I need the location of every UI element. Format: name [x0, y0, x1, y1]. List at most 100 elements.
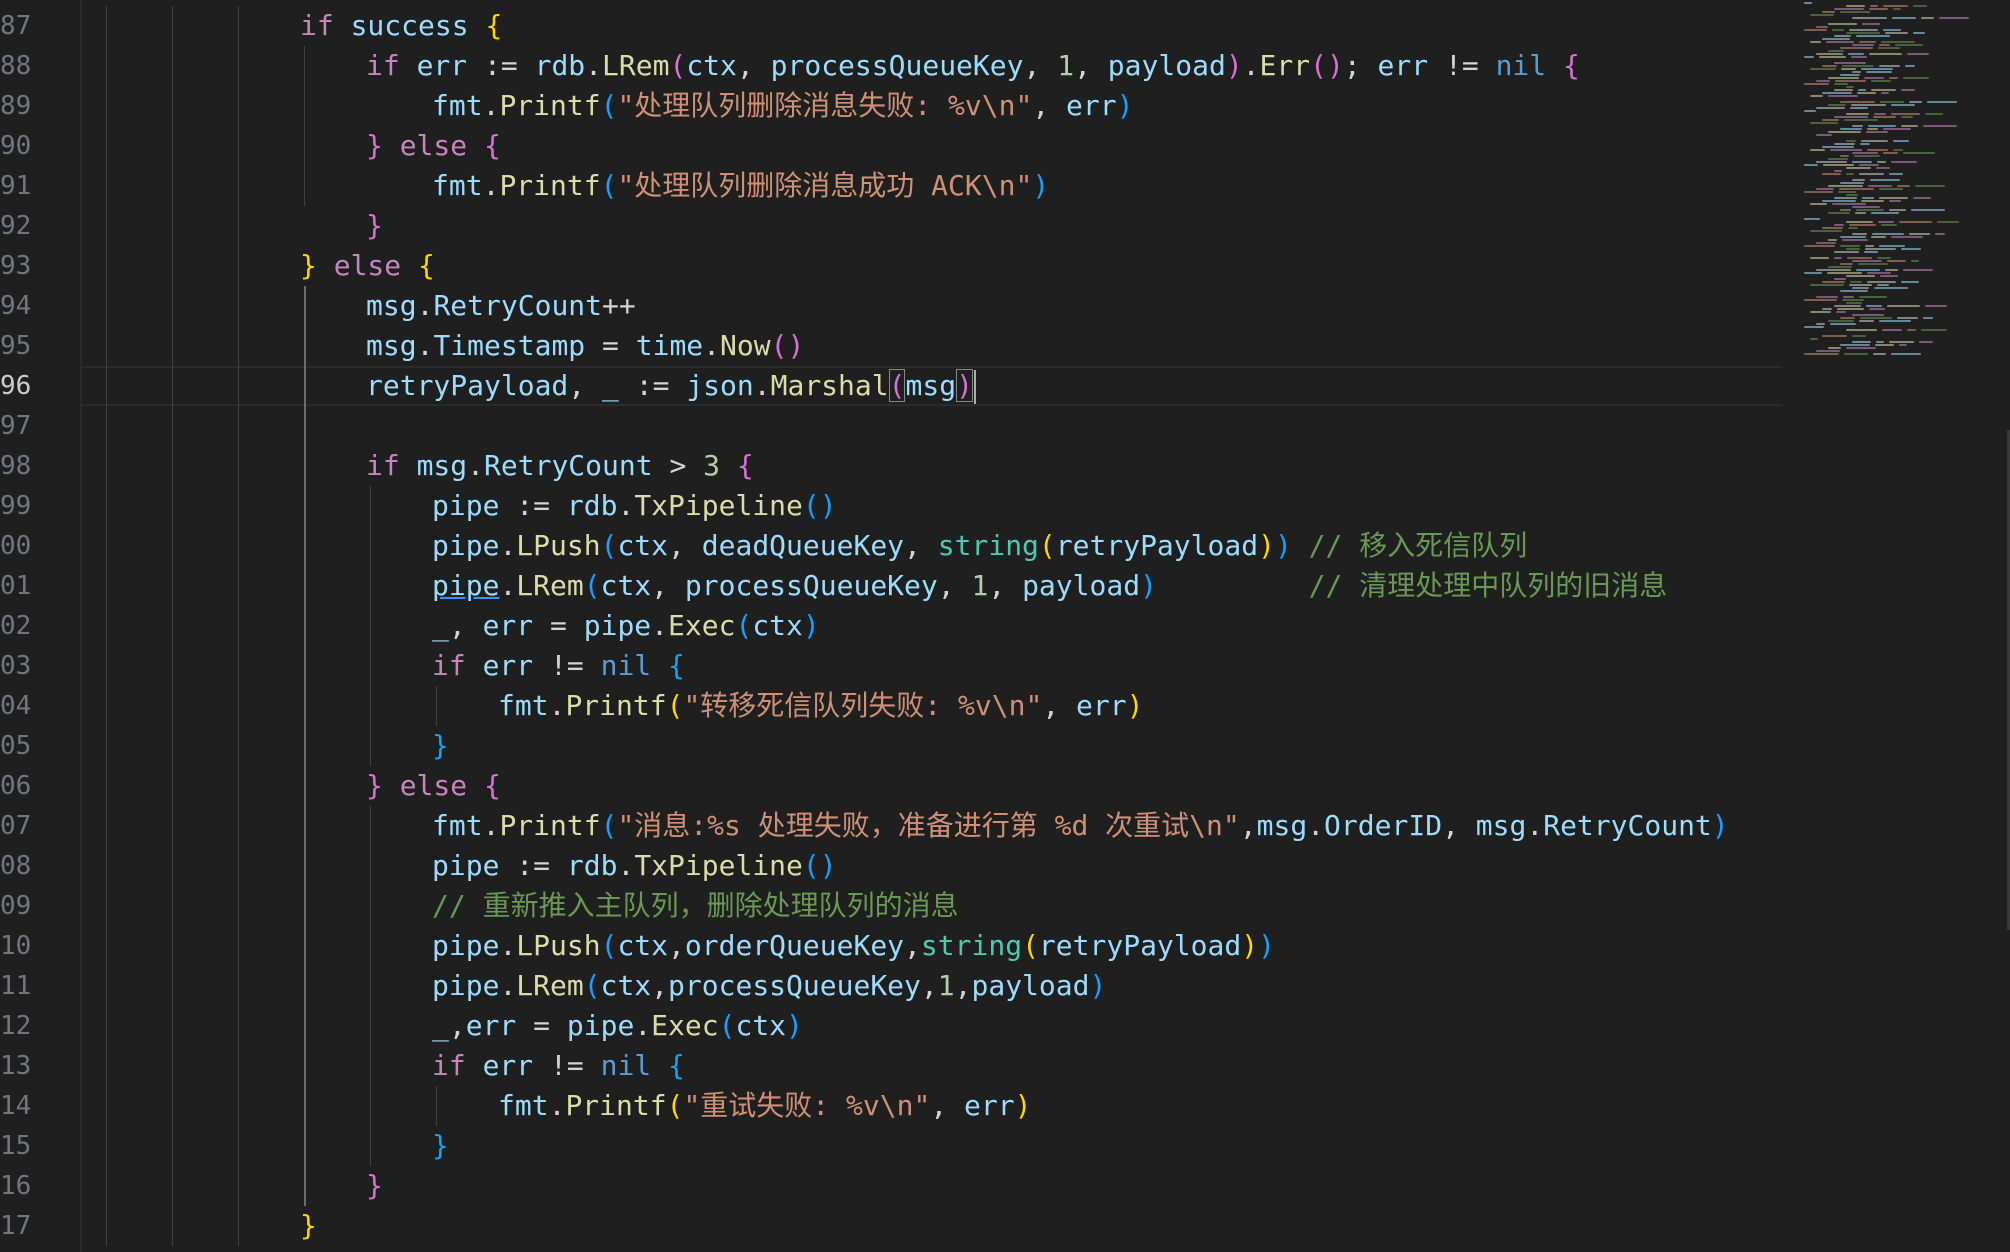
minimap-line — [1879, 320, 1911, 322]
line-number[interactable]: 91 — [0, 166, 40, 206]
line-number[interactable]: 90 — [0, 126, 40, 166]
line-number[interactable]: 07 — [0, 806, 40, 846]
minimap-line — [1865, 245, 1874, 247]
code-line[interactable]: pipe := rdb.TxPipeline() — [432, 846, 837, 886]
code-token: ( — [1022, 929, 1039, 962]
code-line[interactable]: pipe.LPush(ctx,orderQueueKey,string(retr… — [432, 926, 1275, 966]
minimap[interactable] — [1800, 0, 2000, 360]
code-line[interactable]: if err != nil { — [432, 1046, 685, 1086]
code-line[interactable]: pipe := rdb.TxPipeline() — [432, 486, 837, 526]
code-token: , — [448, 609, 483, 642]
code-line[interactable]: fmt.Printf("消息:%s 处理失败，准备进行第 %d 次重试\n",m… — [432, 806, 1729, 846]
line-number[interactable]: 08 — [0, 846, 40, 886]
minimap-line — [1864, 77, 1884, 79]
line-number[interactable]: 16 — [0, 1166, 40, 1206]
code-line[interactable]: } — [366, 1166, 383, 1206]
code-line[interactable]: } — [300, 1206, 317, 1246]
code-line[interactable]: } else { — [366, 126, 501, 166]
line-number[interactable]: 88 — [0, 46, 40, 86]
minimap-line — [1889, 173, 1903, 175]
minimap-line — [1834, 251, 1859, 253]
minimap-line — [1846, 329, 1877, 331]
minimap-line — [1846, 5, 1865, 7]
line-number[interactable]: 14 — [0, 1086, 40, 1126]
line-number[interactable]: 15 — [0, 1126, 40, 1166]
line-number-gutter[interactable]: 87 88 89 90 91 92 93 94 95 96 97 98 99 00 01 02 03 04 05 06… — [0, 0, 82, 1252]
code-editor[interactable]: 87 88 89 90 91 92 93 94 95 96 97 98 99 00 01 02 03 04 05 06… — [0, 0, 2010, 1252]
line-number[interactable]: 12 — [0, 1006, 40, 1046]
code-line[interactable]: if msg.RetryCount > 3 { — [366, 446, 754, 486]
code-area[interactable]: if success {if err := rdb.LRem(ctx, proc… — [82, 0, 1782, 1252]
line-number[interactable]: 89 — [0, 86, 40, 126]
line-number[interactable]: 87 — [0, 6, 40, 46]
code-line[interactable]: if err != nil { — [432, 646, 685, 686]
code-line[interactable]: fmt.Printf("处理队列删除消息失败: %v\n", err) — [432, 86, 1133, 126]
line-number[interactable]: 10 — [0, 926, 40, 966]
minimap-line — [1911, 260, 1919, 262]
line-number[interactable]: 92 — [0, 206, 40, 246]
code-token: , — [1023, 49, 1058, 82]
code-line[interactable]: // 重新推入主队列，删除处理队列的消息 — [432, 886, 959, 926]
code-line[interactable]: pipe.LRem(ctx, processQueueKey, 1, paylo… — [432, 566, 1667, 606]
line-number[interactable]: 05 — [0, 726, 40, 766]
vertical-scrollbar[interactable] — [1996, 0, 2010, 1252]
line-number[interactable]: 03 — [0, 646, 40, 686]
code-line[interactable]: if err := rdb.LRem(ctx, processQueueKey,… — [366, 46, 1580, 86]
minimap-line — [1804, 56, 1814, 58]
code-token: time — [635, 329, 704, 362]
line-number[interactable]: 98 — [0, 446, 40, 486]
minimap-line — [1870, 5, 1878, 7]
code-line[interactable]: pipe.LRem(ctx,processQueueKey,1,payload) — [432, 966, 1106, 1006]
minimap-line — [1879, 65, 1900, 67]
code-token: 1 — [937, 969, 955, 1002]
code-line[interactable]: _,err = pipe.Exec(ctx) — [432, 1006, 803, 1046]
code-line[interactable]: pipe.LPush(ctx, deadQueueKey, string(ret… — [432, 526, 1527, 566]
line-number[interactable]: 94 — [0, 286, 40, 326]
code-line[interactable]: msg.Timestamp = time.Now() — [366, 326, 804, 366]
line-number[interactable]: 01 — [0, 566, 40, 606]
line-number[interactable]: 11 — [0, 966, 40, 1006]
minimap-line — [1834, 197, 1857, 199]
line-number[interactable]: 99 — [0, 486, 40, 526]
code-token: != — [533, 1049, 601, 1082]
line-number[interactable]: 96 — [0, 366, 40, 406]
code-token: Exec — [668, 609, 736, 642]
minimap-line — [1878, 47, 1900, 49]
minimap-line — [1880, 101, 1904, 103]
minimap-line — [1883, 5, 1908, 7]
line-number[interactable]: 97 — [0, 406, 40, 446]
line-number[interactable]: 93 — [0, 246, 40, 286]
line-number[interactable]: 04 — [0, 686, 40, 726]
minimap-line — [1804, 29, 1827, 31]
code-token: . — [634, 1009, 652, 1042]
minimap-line — [1935, 233, 1945, 235]
minimap-line — [1879, 44, 1890, 46]
minimap-line — [1828, 77, 1859, 79]
code-line[interactable]: } — [366, 206, 383, 246]
indent-guide — [106, 6, 107, 1246]
line-number[interactable]: 00 — [0, 526, 40, 566]
code-token: ) — [956, 369, 973, 402]
code-line[interactable]: } — [432, 1126, 449, 1166]
line-number[interactable]: 09 — [0, 886, 40, 926]
code-token: { — [418, 249, 435, 282]
line-number[interactable]: 95 — [0, 326, 40, 366]
code-line[interactable]: } else { — [366, 766, 501, 806]
code-line[interactable]: fmt.Printf("转移死信队列失败: %v\n", err) — [498, 686, 1143, 726]
code-line[interactable]: } else { — [300, 246, 435, 286]
code-line[interactable]: fmt.Printf("处理队列删除消息成功 ACK\n") — [432, 166, 1049, 206]
line-number[interactable]: 06 — [0, 766, 40, 806]
code-line[interactable]: } — [432, 726, 449, 766]
code-token: ( — [735, 609, 753, 642]
minimap-line — [1859, 41, 1876, 43]
code-line[interactable]: _, err = pipe.Exec(ctx) — [432, 606, 820, 646]
line-number[interactable]: 17 — [0, 1206, 40, 1246]
line-number[interactable]: 13 — [0, 1046, 40, 1086]
minimap-line — [1869, 8, 1888, 10]
code-line[interactable]: msg.RetryCount++ — [366, 286, 636, 326]
code-line[interactable]: retryPayload, _ := json.Marshal(msg) — [366, 366, 976, 406]
code-line[interactable]: fmt.Printf("重试失败: %v\n", err) — [498, 1086, 1031, 1126]
line-number[interactable]: 02 — [0, 606, 40, 646]
code-line[interactable]: if success { — [300, 6, 502, 46]
code-token: . — [1242, 49, 1260, 82]
